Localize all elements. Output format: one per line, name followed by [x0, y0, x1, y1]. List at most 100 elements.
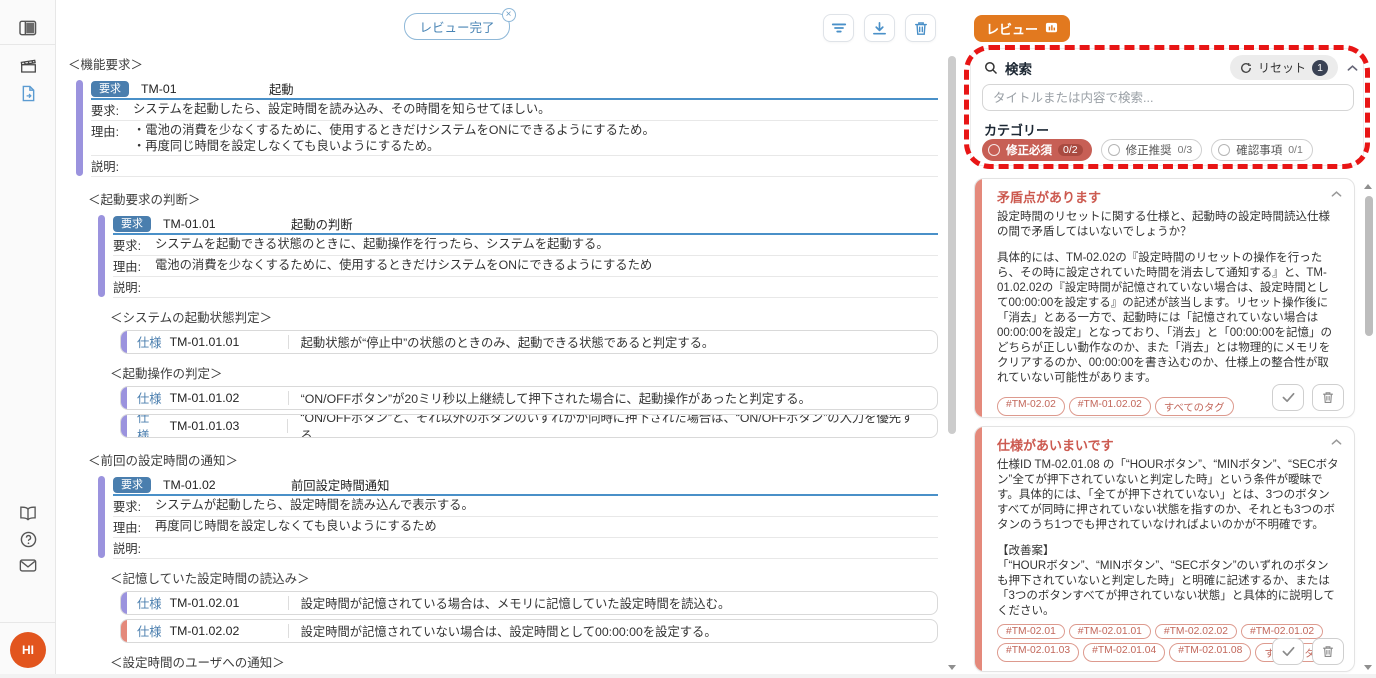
panel-scrollbar-down-arrow[interactable] [1364, 665, 1372, 670]
field-text: 電池の消費を少なくするために、使用するときだけシステムをONにできるようにするた… [155, 257, 652, 274]
reset-button[interactable]: リセット 1 [1230, 55, 1338, 80]
card-title: 矛盾点があります [997, 187, 1340, 206]
search-header: 検索 リセット 1 [984, 55, 1358, 80]
review-complete-chip[interactable]: レビュー完了 × [404, 13, 509, 40]
review-card-ambiguous: 仕様があいまいです 仕様ID TM-02.01.08 の「“HOURボタン”、“… [974, 426, 1355, 672]
spec-tm010101[interactable]: 仕様 TM-01.01.01 起動状態が“停止中”の状態のときのみ、起動できる状… [120, 330, 938, 354]
search-icon [984, 61, 998, 75]
spec-divider [288, 596, 289, 610]
document-export-icon[interactable] [18, 83, 38, 103]
field-text: システムが起動したら、設定時間を読み込んで表示する。 [155, 497, 474, 514]
clapperboard-icon[interactable] [18, 56, 38, 76]
delete-button[interactable] [1312, 384, 1344, 411]
field-label: 説明: [113, 278, 149, 296]
reset-icon [1240, 62, 1252, 74]
panel-toggle-icon[interactable] [18, 18, 38, 38]
spec-text: “ON/OFFボタン”が20ミリ秒以上継続して押下された場合に、起動操作があった… [301, 389, 811, 407]
mail-icon[interactable] [18, 555, 38, 575]
section-boot-operation: ＜起動操作の判定＞ [110, 363, 938, 382]
chip-label: 修正必須 [1006, 142, 1052, 158]
filter-button[interactable] [823, 14, 854, 42]
tag[interactable]: #TM-02.01.08 [1169, 643, 1251, 662]
field-label: 要求: [113, 236, 149, 254]
field-label: 要求: [113, 497, 149, 515]
accept-button[interactable] [1272, 384, 1304, 411]
card-body: 仕様ID TM-02.01.08 の「“HOURボタン”、“MINボタン”、“S… [997, 458, 1340, 619]
requirement-id: TM-01.01 [163, 217, 291, 231]
field-label: 理由: [113, 257, 149, 275]
requirement-tm0102[interactable]: 要求 TM-01.02 前回設定時間通知 要求: システムが起動したら、設定時間… [98, 475, 938, 559]
spec-badge: 仕様 [137, 622, 162, 640]
spec-divider [288, 624, 289, 638]
spec-id: TM-01.02.02 [170, 624, 288, 638]
panel-scrollbar-up-arrow[interactable] [1364, 184, 1372, 189]
help-icon[interactable] [18, 529, 38, 549]
tag[interactable]: #TM-02.01.01 [1069, 624, 1151, 639]
collapse-card-icon[interactable] [1331, 190, 1342, 198]
requirement-title: 起動 [269, 80, 294, 98]
tag[interactable]: #TM-02.01.02 [1241, 624, 1323, 639]
tag[interactable]: #TM-02.02.02 [1155, 624, 1237, 639]
panel-scrollbar-thumb[interactable] [1365, 196, 1373, 336]
main-scrollbar-thumb[interactable] [948, 56, 956, 434]
bottom-edge [0, 674, 1376, 678]
spec-id: TM-01.01.03 [170, 419, 288, 433]
check-icon [1282, 646, 1295, 657]
chip-count: 0/2 [1058, 144, 1083, 156]
reset-count-badge: 1 [1312, 60, 1328, 76]
book-open-icon[interactable] [18, 503, 38, 523]
requirement-tm01[interactable]: 要求 TM-01 起動 要求: システムを起動したら、設定時間を読み込み、その時… [76, 79, 938, 177]
requirement-title: 起動の判断 [291, 215, 353, 233]
requirement-header: 要求 TM-01.02 前回設定時間通知 [113, 475, 938, 496]
collapse-search-icon[interactable] [1347, 64, 1358, 72]
spec-divider [288, 335, 289, 349]
download-button[interactable] [864, 14, 895, 42]
card-paragraph: 設定時間のリセットに関する仕様と、起動時の設定時間読込仕様の間で矛盾してはいない… [997, 210, 1340, 240]
req-badge: 要求 [91, 81, 129, 97]
field-text: システムを起動したら、設定時間を読み込み、その時間を知らせてほしい。 [133, 101, 550, 118]
tag[interactable]: #TM-02.02 [997, 397, 1065, 416]
card-paragraph: 仕様ID TM-02.01.08 の「“HOURボタン”、“MINボタン”、“S… [997, 458, 1340, 533]
improvement-label: 【改善案】 [997, 544, 1340, 559]
spec-badge: 仕様 [137, 333, 162, 351]
section-user-notice: ＜設定時間のユーザへの通知＞ [110, 652, 938, 671]
tag[interactable]: すべてのタグ [1155, 397, 1234, 416]
main-scrollbar-down-arrow[interactable] [948, 665, 956, 670]
spec-tm010201[interactable]: 仕様 TM-01.02.01 設定時間が記憶されている場合は、メモリに記憶してい… [120, 591, 938, 615]
chip-count: 0/1 [1288, 144, 1303, 156]
tag[interactable]: #TM-02.01 [997, 624, 1065, 639]
spec-tm010103[interactable]: 仕様 TM-01.01.03 “ON/OFFボタン”と、それ以外のボタンのいずれ… [120, 414, 938, 438]
filter-chip-confirm[interactable]: 確認事項 0/1 [1211, 139, 1313, 161]
spec-text: 起動状態が“停止中”の状態のときのみ、起動できる状態であると判定する。 [301, 333, 715, 351]
requirement-id: TM-01.02 [163, 478, 291, 492]
field-row-desc: 説明: [113, 277, 938, 298]
collapse-card-icon[interactable] [1331, 438, 1342, 446]
spec-tm010202[interactable]: 仕様 TM-01.02.02 設定時間が記憶されていない場合は、設定時間として0… [120, 619, 938, 643]
tag[interactable]: #TM-02.01.03 [997, 643, 1079, 662]
filter-chip-must-fix[interactable]: 修正必須 0/2 [982, 139, 1092, 161]
reason-line: ・再度同じ時間を設定しなくても良いようにするため。 [133, 139, 655, 155]
trash-button[interactable] [905, 14, 936, 42]
requirement-id: TM-01 [141, 82, 269, 96]
trash-icon [1322, 391, 1334, 404]
requirement-tm0101[interactable]: 要求 TM-01.01 起動の判断 要求: システムを起動できる状態のときに、起… [98, 214, 938, 298]
chip-count: 0/3 [1178, 144, 1193, 156]
chat-poll-icon [1045, 22, 1058, 35]
delete-button[interactable] [1312, 638, 1344, 665]
spec-text: 設定時間が記憶されていない場合は、設定時間として00:00:00を設定する。 [301, 622, 717, 640]
card-paragraph: 具体的には、TM-02.02の『設定時間のリセットの操作を行ったら、その時に設定… [997, 251, 1340, 386]
requirements-tree: ＜機能要求＞ 要求 TM-01 起動 要求: システムを起動したら、設定時間を読… [56, 54, 958, 678]
search-input[interactable] [982, 84, 1354, 111]
tag[interactable]: #TM-02.01.04 [1083, 643, 1165, 662]
review-button[interactable]: レビュー [974, 15, 1070, 42]
spec-id: TM-01.02.01 [170, 596, 288, 610]
tag[interactable]: #TM-01.02.02 [1069, 397, 1151, 416]
accept-button[interactable] [1272, 638, 1304, 665]
field-row-desc: 説明: [113, 538, 938, 559]
close-icon[interactable]: × [502, 8, 516, 22]
radio-icon [1218, 144, 1230, 156]
field-text: ・電池の消費を少なくするために、使用するときだけシステムをONにできるようにする… [133, 122, 655, 154]
filter-chip-recommended[interactable]: 修正推奨 0/3 [1101, 139, 1203, 161]
spec-tm010102[interactable]: 仕様 TM-01.01.02 “ON/OFFボタン”が20ミリ秒以上継続して押下… [120, 386, 938, 410]
user-avatar[interactable]: HI [10, 632, 46, 668]
